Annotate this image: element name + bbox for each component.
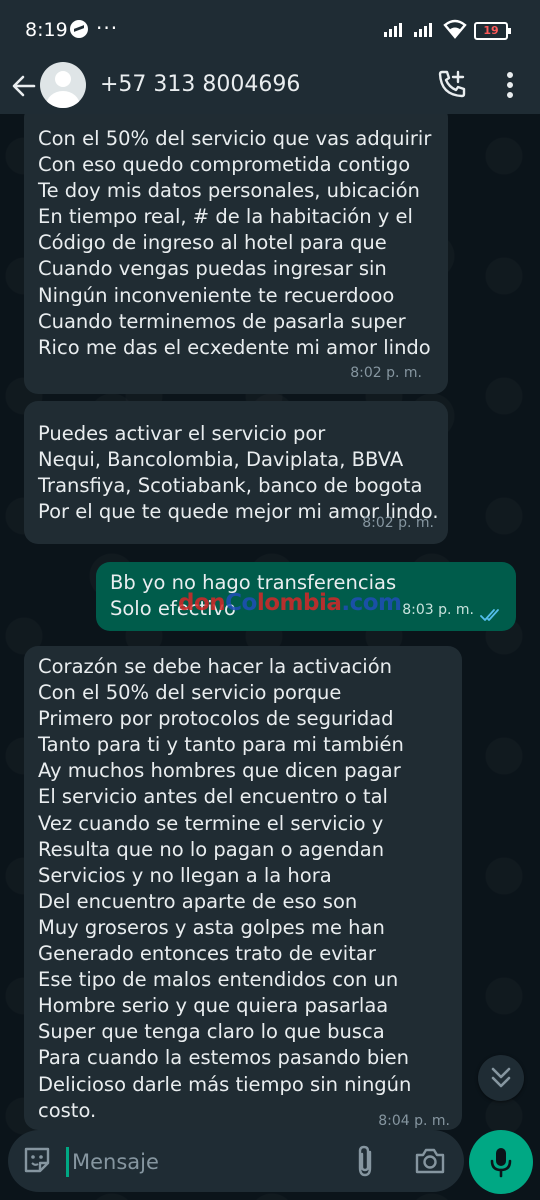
more-vert-icon[interactable] — [500, 70, 520, 100]
camera-icon[interactable] — [414, 1146, 446, 1176]
message-input[interactable] — [70, 1144, 274, 1180]
message-time: 8:02 p. m. — [362, 514, 434, 531]
message-composer — [8, 1130, 464, 1192]
microphone-icon — [490, 1148, 512, 1178]
message-time: 8:04 p. m. — [378, 1112, 450, 1129]
avatar[interactable] — [40, 62, 86, 108]
text-caret — [66, 1147, 69, 1177]
double-chevron-down-icon — [491, 1067, 511, 1088]
message-time: 8:02 p. m. — [350, 364, 422, 381]
attach-icon[interactable] — [352, 1144, 378, 1178]
message-time: 8:03 p. m. — [402, 601, 474, 618]
read-ticks-icon — [480, 609, 499, 621]
message-list[interactable]: Con el 50% del servicio que vas adquirir… — [0, 114, 540, 1130]
contact-name[interactable]: +57 313 8004696 — [100, 72, 300, 97]
scroll-to-bottom-button[interactable] — [478, 1055, 524, 1101]
status-time: 8:19 — [25, 19, 68, 41]
watermark-logo: donColombia.com — [178, 590, 402, 616]
voice-message-button[interactable] — [469, 1130, 533, 1194]
battery-icon: 19 — [474, 22, 511, 40]
chat-header: +57 313 8004696 — [0, 62, 540, 114]
status-overflow-dots: ··· — [96, 16, 119, 40]
add-call-icon[interactable] — [436, 68, 468, 100]
message-text: Con el 50% del servicio que vas adquirir… — [38, 127, 432, 359]
message-bubble-incoming[interactable]: Puedes activar el servicio por Nequi, Ba… — [24, 401, 448, 544]
status-bar: 8:19 ··· 19 — [0, 0, 540, 62]
back-arrow-icon[interactable] — [10, 72, 38, 100]
messenger-icon — [70, 20, 88, 38]
message-bubble-incoming[interactable]: Corazón se debe hacer la activación Con … — [24, 646, 462, 1130]
wifi-icon — [443, 19, 467, 39]
signal-icon — [384, 21, 408, 37]
signal-icon-2 — [414, 21, 438, 37]
message-text: Corazón se debe hacer la activación Con … — [38, 655, 412, 1122]
message-bubble-incoming[interactable]: Con el 50% del servicio que vas adquirir… — [24, 114, 448, 394]
emoji-sticker-icon[interactable] — [22, 1145, 52, 1175]
